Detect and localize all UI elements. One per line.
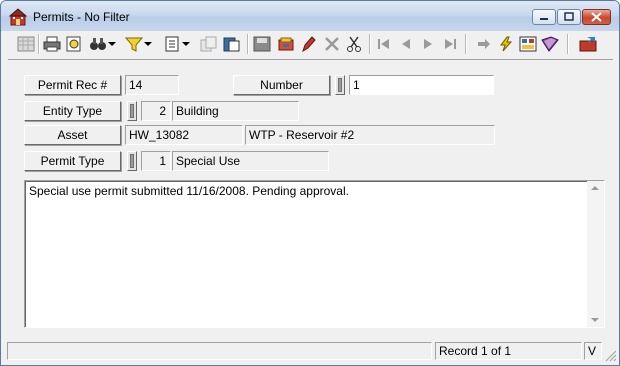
record-position-panel: Record 1 of 1: [435, 342, 582, 360]
exit-button[interactable]: [577, 33, 599, 55]
goto-icon: [478, 39, 490, 49]
first-record-icon: [378, 39, 389, 49]
print-preview-icon: [66, 36, 81, 52]
maximize-icon: [564, 12, 574, 21]
notes-text: Special use permit submitted 11/16/2008.…: [29, 184, 349, 198]
copy-icon: [200, 36, 217, 52]
filter-button[interactable]: [123, 33, 145, 55]
asset-id-field[interactable]: HW_13082: [125, 125, 243, 145]
copy-button[interactable]: [198, 33, 220, 55]
next-record-icon: [424, 39, 432, 49]
new-button[interactable]: [161, 33, 183, 55]
paste-button[interactable]: [221, 33, 243, 55]
permits-app-icon: [9, 8, 27, 26]
print-button[interactable]: [41, 33, 63, 55]
toolbar: [7, 31, 613, 58]
delete-icon: [325, 37, 339, 51]
permit-form: Permit Rec # 14 Number 1 Entity Type 2 B…: [8, 59, 613, 340]
number-button[interactable]: Number: [233, 75, 330, 95]
title-bar[interactable]: Permits - No Filter: [1, 1, 619, 31]
print-icon: [43, 36, 61, 52]
lightning-button[interactable]: [495, 33, 517, 55]
asset-description-field: WTP - Reservoir #2: [245, 125, 495, 145]
notes-textarea[interactable]: Special use permit submitted 11/16/2008.…: [24, 180, 605, 328]
dropdown-arrow-icon: [182, 42, 190, 46]
print-preview-button[interactable]: [63, 33, 85, 55]
book-button[interactable]: [539, 33, 561, 55]
asset-button[interactable]: Asset: [24, 125, 121, 145]
close-icon: [591, 12, 602, 22]
report-button[interactable]: [517, 33, 539, 55]
filter-dropdown-button[interactable]: [143, 33, 153, 55]
maximize-button[interactable]: [557, 9, 581, 25]
close-button[interactable]: [582, 9, 611, 25]
entity-type-spinner[interactable]: [127, 101, 137, 121]
book-icon: [541, 36, 559, 52]
entity-type-button[interactable]: Entity Type: [24, 101, 121, 121]
permit-type-name-field: Special Use: [172, 151, 329, 171]
permit-type-button[interactable]: Permit Type: [24, 151, 121, 171]
edit-button[interactable]: [297, 33, 319, 55]
goto-button[interactable]: [473, 33, 495, 55]
permit-type-code-field[interactable]: 1: [141, 151, 171, 171]
dropdown-arrow-icon: [108, 42, 116, 46]
previous-record-icon: [402, 39, 410, 49]
grid-button[interactable]: [15, 33, 37, 55]
notes-scrollbar[interactable]: [587, 181, 604, 327]
scroll-down-arrow-icon[interactable]: [591, 318, 599, 322]
status-bar: Record 1 of 1 V: [1, 340, 619, 365]
new-dropdown-button[interactable]: [181, 33, 191, 55]
paste-icon: [223, 37, 240, 52]
exit-icon: [579, 37, 597, 52]
next-record-button[interactable]: [417, 33, 439, 55]
minimize-icon: [540, 18, 548, 20]
cut-icon: [347, 36, 361, 52]
find-dropdown-button[interactable]: [107, 33, 117, 55]
last-record-button[interactable]: [439, 33, 461, 55]
save-button[interactable]: [251, 33, 273, 55]
permit-type-spinner[interactable]: [127, 151, 137, 171]
edit-pencil-icon: [302, 36, 316, 52]
number-spinner[interactable]: [335, 75, 345, 95]
save-icon: [253, 36, 271, 52]
filter-icon: [125, 37, 143, 52]
lightning-icon: [500, 36, 513, 52]
first-record-button[interactable]: [373, 33, 395, 55]
report-icon: [519, 36, 537, 52]
permit-rec-button[interactable]: Permit Rec #: [24, 75, 121, 95]
last-record-icon: [445, 39, 456, 49]
mode-indicator: V: [584, 342, 602, 360]
window-title: Permits - No Filter: [33, 10, 130, 24]
status-panel-empty: [7, 342, 432, 360]
minimize-button[interactable]: [532, 9, 556, 25]
binoculars-icon: [90, 38, 106, 50]
resize-grip-icon[interactable]: [605, 350, 617, 362]
entity-type-code-field[interactable]: 2: [141, 101, 171, 121]
entity-type-name-field: Building: [172, 101, 299, 121]
find-button[interactable]: [87, 33, 109, 55]
delete-button[interactable]: [321, 33, 343, 55]
grid-icon: [17, 36, 35, 52]
dropdown-arrow-icon: [144, 42, 152, 46]
cut-button[interactable]: [343, 33, 365, 55]
undo-button[interactable]: [275, 33, 297, 55]
new-document-icon: [165, 36, 179, 52]
undo-icon: [278, 37, 294, 51]
permits-window: Permits - No Filter Permit Rec # 14 Numb…: [0, 0, 620, 366]
previous-record-button[interactable]: [395, 33, 417, 55]
number-field[interactable]: 1: [349, 75, 494, 95]
permit-rec-field[interactable]: 14: [125, 75, 179, 95]
scroll-up-arrow-icon[interactable]: [591, 186, 599, 190]
